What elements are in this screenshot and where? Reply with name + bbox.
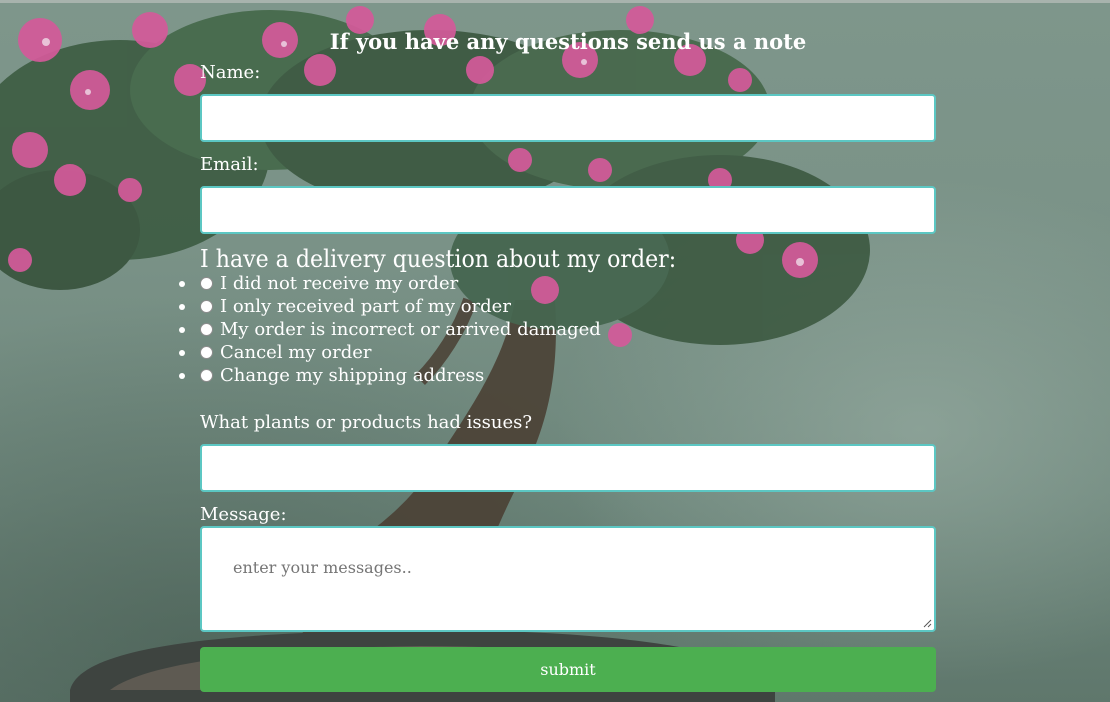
name-label: Name: xyxy=(200,62,261,83)
products-input[interactable] xyxy=(200,444,936,492)
bullet-icon xyxy=(179,281,185,287)
delivery-option-label[interactable]: My order is incorrect or arrived damaged xyxy=(220,318,601,341)
delivery-option[interactable]: I did not receive my order xyxy=(179,272,601,295)
message-label: Message: xyxy=(200,504,287,525)
delivery-question-legend: I have a delivery question about my orde… xyxy=(200,245,677,273)
delivery-option-label[interactable]: Cancel my order xyxy=(220,341,372,364)
email-label: Email: xyxy=(200,154,259,175)
radio-button[interactable] xyxy=(200,277,213,290)
resize-grip-icon[interactable] xyxy=(922,618,932,628)
email-input[interactable] xyxy=(200,186,936,234)
radio-button[interactable] xyxy=(200,300,213,313)
contact-form: If you have any questions send us a note… xyxy=(0,0,1110,702)
delivery-option[interactable]: I only received part of my order xyxy=(179,295,601,318)
delivery-option-label[interactable]: Change my shipping address xyxy=(220,364,484,387)
bullet-icon xyxy=(179,373,185,379)
delivery-option-label[interactable]: I did not receive my order xyxy=(220,272,458,295)
bullet-icon xyxy=(179,304,185,310)
submit-button[interactable]: submit xyxy=(200,647,936,692)
bullet-icon xyxy=(179,350,185,356)
radio-button[interactable] xyxy=(200,323,213,336)
products-label: What plants or products had issues? xyxy=(200,412,533,433)
form-title: If you have any questions send us a note xyxy=(329,29,807,54)
delivery-option[interactable]: Change my shipping address xyxy=(179,364,601,387)
delivery-options-list: I did not receive my order I only receiv… xyxy=(179,272,601,387)
name-input[interactable] xyxy=(200,94,936,142)
delivery-option-label[interactable]: I only received part of my order xyxy=(220,295,511,318)
bullet-icon xyxy=(179,327,185,333)
delivery-option[interactable]: My order is incorrect or arrived damaged xyxy=(179,318,601,341)
radio-button[interactable] xyxy=(200,346,213,359)
message-textarea[interactable] xyxy=(200,526,936,632)
delivery-option[interactable]: Cancel my order xyxy=(179,341,601,364)
radio-button[interactable] xyxy=(200,369,213,382)
